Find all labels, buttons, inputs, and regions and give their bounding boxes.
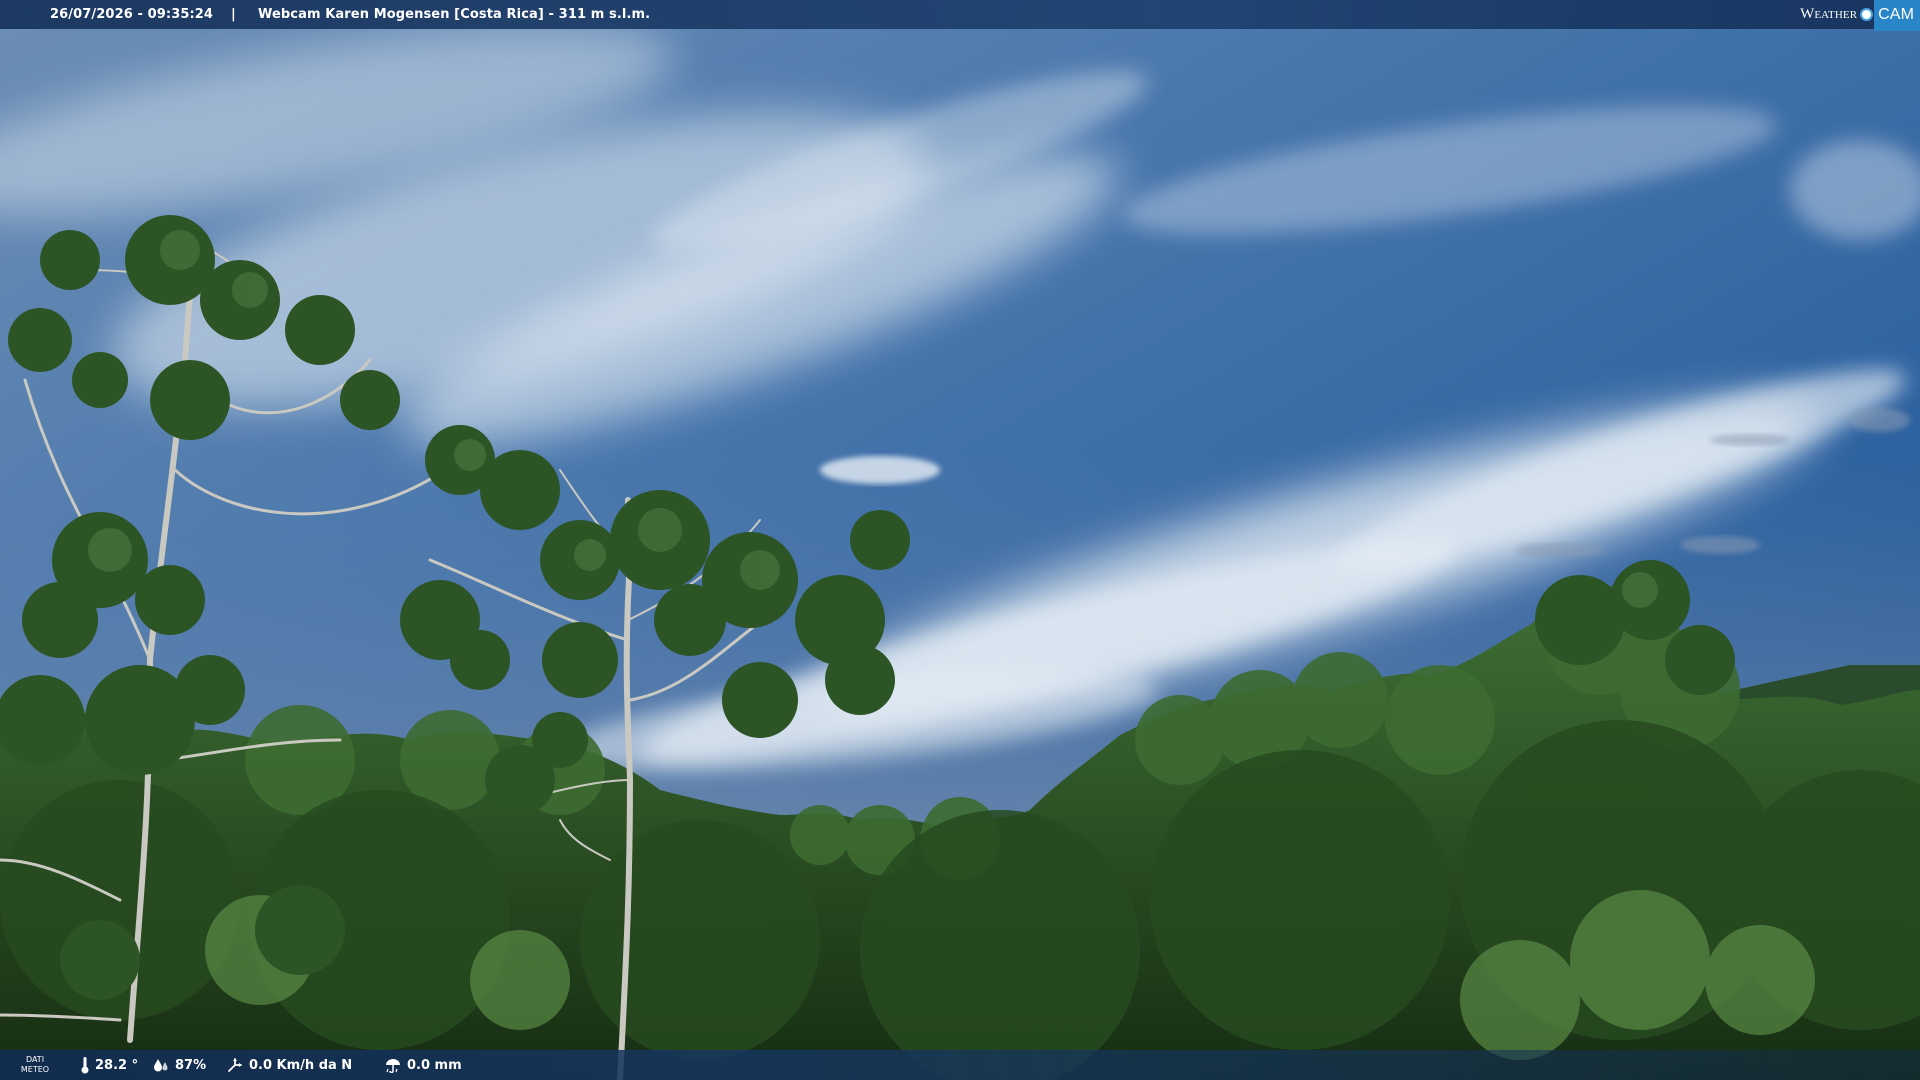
camera-title: Webcam Karen Mogensen [Costa Rica] - 311… (258, 7, 651, 22)
weather-data-label: DATI METEO (18, 1055, 52, 1075)
rain-gauge-icon (386, 1059, 400, 1073)
weathercam-logo[interactable]: Weather CAM (1800, 0, 1920, 31)
wind-direction-icon (228, 1058, 242, 1072)
weather-data-label-line2: METEO (20, 1065, 50, 1074)
brand-weather-text: Weather (1800, 6, 1858, 22)
header-bar: 26/07/2026 - 09:35:24 | Webcam Karen Mog… (0, 0, 1920, 31)
webcam-image (0, 0, 1920, 1080)
temperature-reading: 28.2 ° (80, 1050, 138, 1080)
webcam-view: 26/07/2026 - 09:35:24 | Webcam Karen Mog… (0, 0, 1920, 1080)
rain-reading: 0.0 mm (384, 1050, 462, 1080)
wind-value: 0.0 Km/h da N (249, 1057, 353, 1073)
humidity-reading: 87% (152, 1050, 206, 1080)
temperature-value: 28.2 ° (95, 1057, 139, 1073)
weather-sun-icon (1860, 8, 1874, 21)
weather-data-label-line1: DATI (25, 1055, 45, 1064)
brand-cam-text: CAM (1874, 0, 1920, 31)
thermometer-icon (81, 1057, 89, 1074)
wind-reading: 0.0 Km/h da N (226, 1050, 352, 1080)
weather-data-bar: DATI METEO 28.2 ° 87% 0.0 Km/h da N 0.0 … (0, 1050, 1920, 1080)
timestamp: 26/07/2026 - 09:35:24 (50, 7, 214, 22)
header-separator: | (231, 7, 236, 22)
humidity-value: 87% (175, 1057, 207, 1073)
humidity-drops-icon (154, 1059, 168, 1072)
rain-value: 0.0 mm (407, 1057, 462, 1073)
